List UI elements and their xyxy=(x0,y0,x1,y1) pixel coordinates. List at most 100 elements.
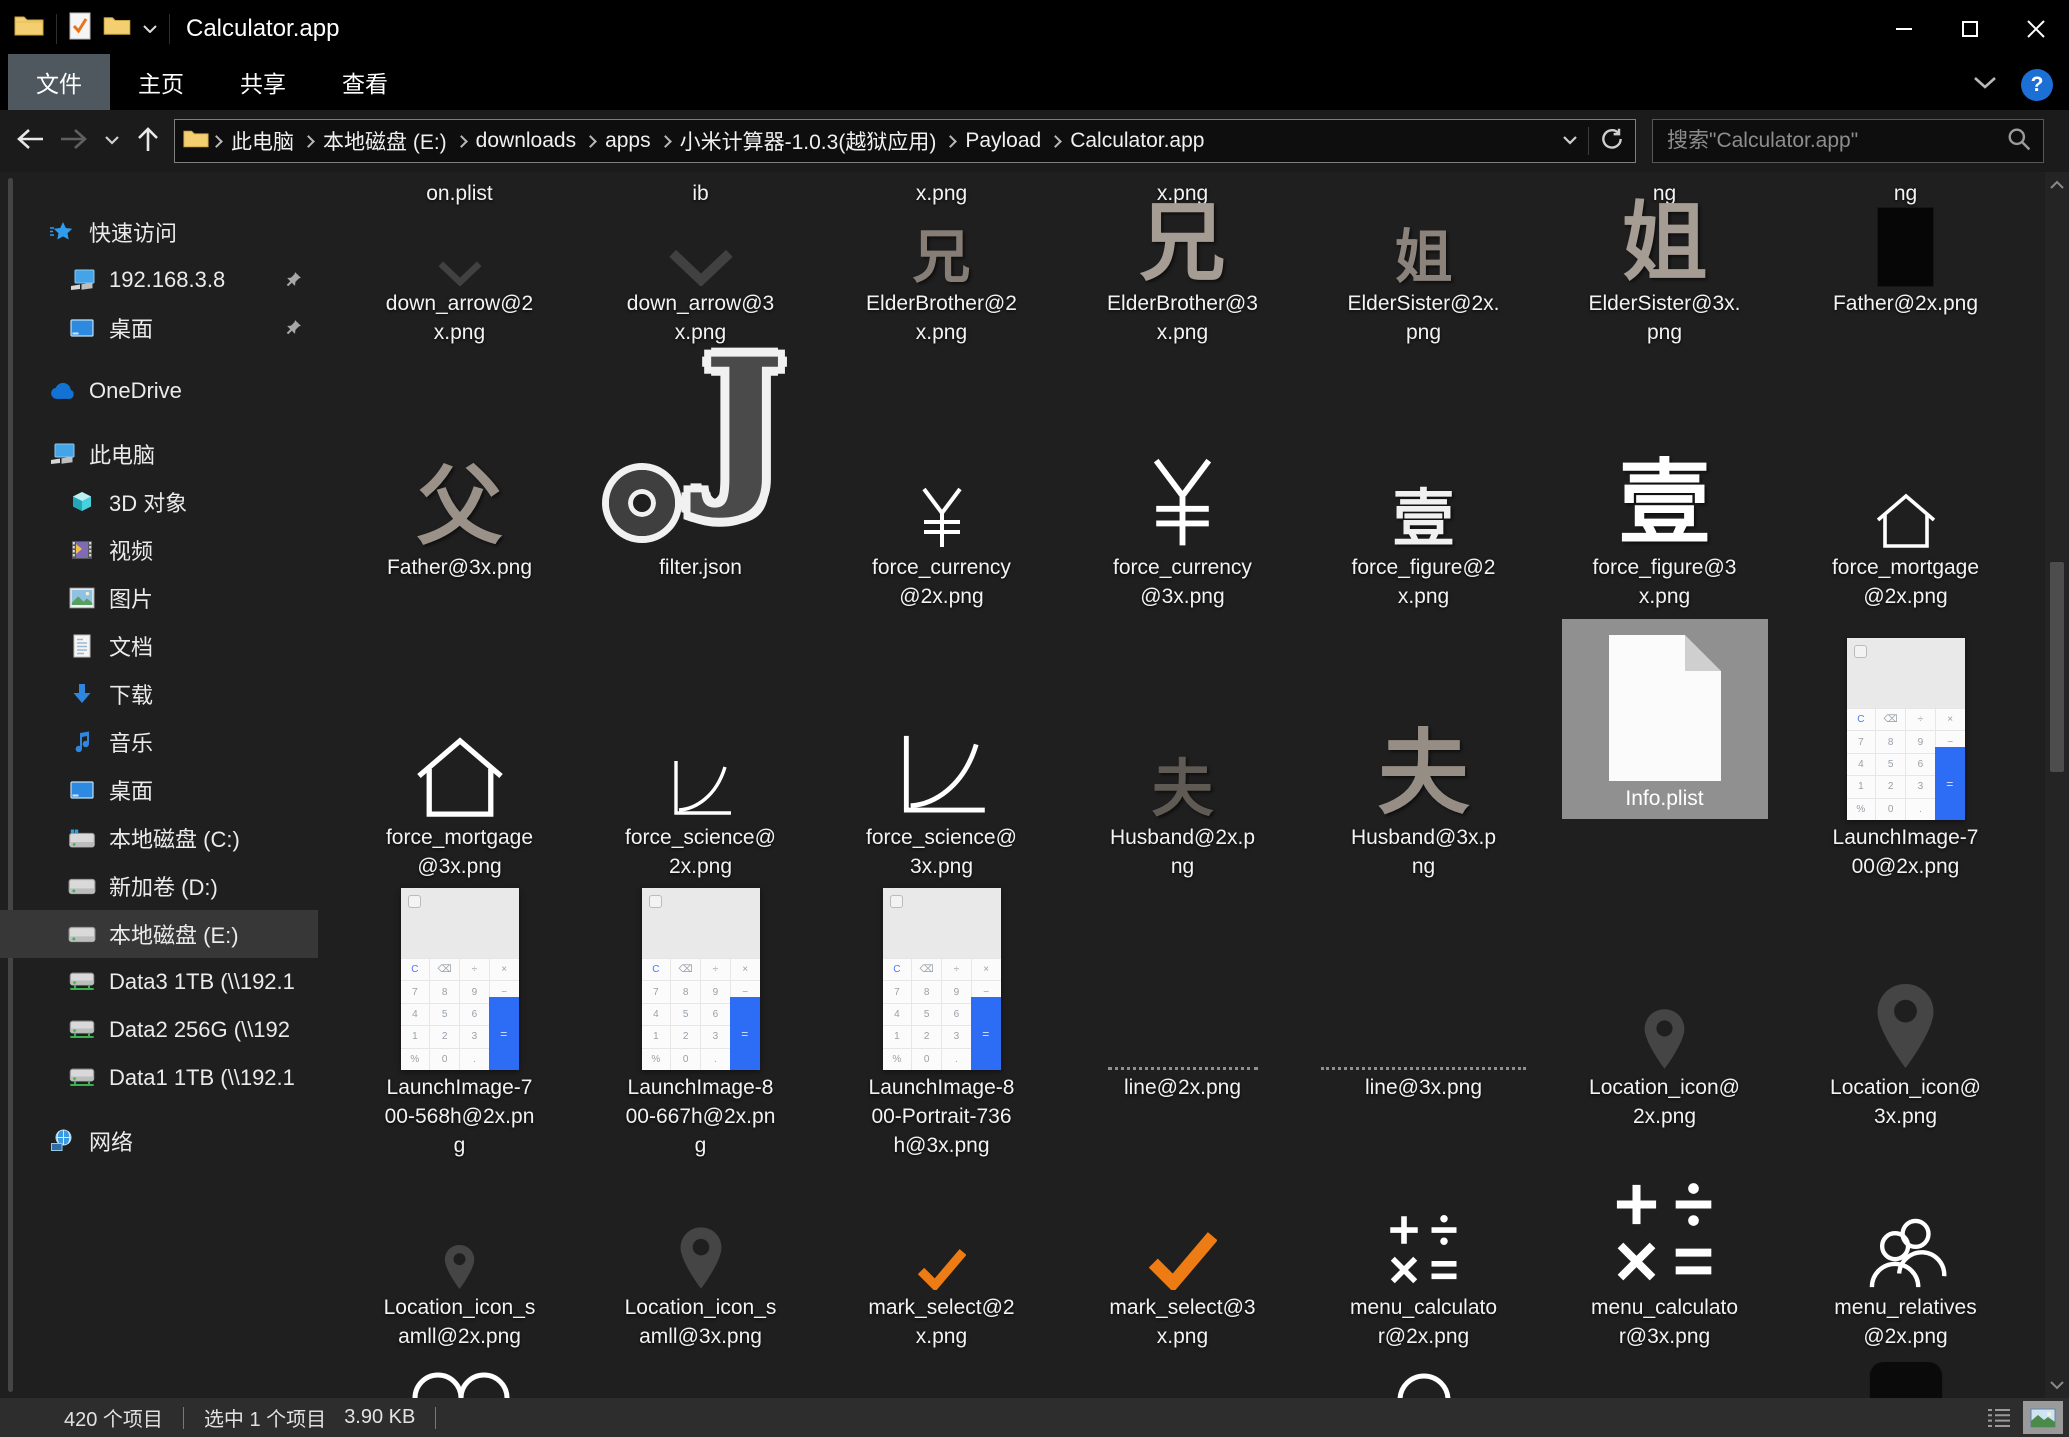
breadcrumb-item[interactable]: 此电脑 xyxy=(222,124,303,158)
file-item[interactable]: Location_icon_samll@2x.png xyxy=(339,1178,580,1362)
file-item[interactable]: 夫Husband@3x.png xyxy=(1303,614,1544,884)
expand-ribbon-chevron-icon[interactable] xyxy=(1973,76,1997,95)
breadcrumb-item[interactable]: 本地磁盘 (E:) xyxy=(314,124,456,158)
tab-1[interactable]: 主页 xyxy=(110,54,212,110)
sidebar-item-14[interactable]: 本地磁盘 (E:) xyxy=(0,910,318,958)
sidebar-item-0[interactable]: 快速访问 xyxy=(0,208,318,256)
file-item[interactable]: force_science@2x.png xyxy=(580,614,821,884)
sidebar-item-16[interactable]: Data2 256G (\\192 xyxy=(0,1006,318,1054)
file-item[interactable]: 壹force_figure@2x.png xyxy=(1303,350,1544,614)
file-item[interactable]: mark_select@2x.png xyxy=(821,1178,1062,1362)
sidebar-item-18[interactable]: 网络 xyxy=(0,1117,318,1165)
file-item[interactable]: 父Father@3x.png xyxy=(339,350,580,614)
details-view-button[interactable] xyxy=(1979,1401,2019,1434)
address-bar[interactable]: 此电脑本地磁盘 (E:) downloads apps 小米计算器-1.0.3(越狱应… xyxy=(174,119,1636,163)
file-item[interactable]: 夫Husband@2x.png xyxy=(1062,614,1303,884)
tab-0[interactable]: 文件 xyxy=(8,54,110,110)
file-item[interactable]: Location_icon_samll@3x.png xyxy=(580,1178,821,1362)
breadcrumb-item[interactable]: Calculator.app xyxy=(1061,127,1213,155)
file-item[interactable]: mark_select@3x.png xyxy=(1062,1178,1303,1362)
sidebar-item-4[interactable]: 此电脑 xyxy=(0,430,318,478)
sidebar-item-8[interactable]: 文档 xyxy=(0,622,318,670)
file-item[interactable]: Info.plist xyxy=(1544,614,1785,884)
close-button[interactable] xyxy=(2003,0,2069,57)
content-scrollbar[interactable] xyxy=(2045,172,2069,1398)
minimize-button[interactable] xyxy=(1871,0,1937,57)
breadcrumb-item[interactable]: apps xyxy=(596,127,660,155)
dashed-line-icon xyxy=(1108,1067,1258,1070)
sidebar-item-6[interactable]: 视频 xyxy=(0,526,318,574)
qat-customize-chevron-icon[interactable] xyxy=(143,20,157,38)
maximize-button[interactable] xyxy=(1937,0,2003,57)
file-item[interactable] xyxy=(339,1362,580,1398)
sidebar-item-label: Data1 1TB (\\192.1 xyxy=(109,1065,295,1091)
file-item[interactable]: line@2x.png xyxy=(1062,884,1303,1178)
thumbnail-view-button[interactable] xyxy=(2023,1401,2063,1434)
partial-icon xyxy=(400,1362,520,1398)
scroll-down-icon[interactable] xyxy=(2045,1381,2069,1390)
file-item[interactable]: 姐ElderSister@2x.png xyxy=(1303,210,1544,350)
file-item[interactable]: C⌫÷×789−456+123%0. = LaunchImage-700@2x.… xyxy=(1785,614,2026,884)
refresh-icon[interactable] xyxy=(1599,126,1625,157)
sidebar-item-10[interactable]: 音乐 xyxy=(0,718,318,766)
sidebar-item-12[interactable]: 本地磁盘 (C:) xyxy=(0,814,318,862)
file-item[interactable]: 兄ElderBrother@2x.png xyxy=(821,210,1062,350)
file-item[interactable]: 壹force_figure@3x.png xyxy=(1544,350,1785,614)
help-icon[interactable]: ? xyxy=(2021,69,2053,101)
tab-2[interactable]: 共享 xyxy=(212,54,314,110)
new-folder-icon[interactable] xyxy=(103,15,131,42)
breadcrumb-item[interactable]: 小米计算器-1.0.3(越狱应用) xyxy=(671,124,946,158)
back-button[interactable] xyxy=(16,127,44,156)
file-item[interactable]: menu_calculator@2x.png xyxy=(1303,1178,1544,1362)
file-item[interactable]: line@3x.png xyxy=(1303,884,1544,1178)
file-item[interactable]: menu_calculator@3x.png xyxy=(1544,1178,1785,1362)
file-item[interactable]: ib xyxy=(580,172,821,210)
sidebar-item-17[interactable]: Data1 1TB (\\192.1 xyxy=(0,1054,318,1102)
cjk-glyph-icon: 壹 xyxy=(1392,488,1454,550)
file-item[interactable]: force_mortgage@3x.png xyxy=(339,614,580,884)
file-item[interactable]: force_currency@3x.png xyxy=(1062,350,1303,614)
search-input[interactable] xyxy=(1665,128,2007,154)
file-item[interactable]: 兄ElderBrother@3x.png xyxy=(1062,210,1303,350)
file-item[interactable]: Location_icon@2x.png xyxy=(1544,884,1785,1178)
file-item[interactable] xyxy=(1785,1362,2026,1398)
breadcrumb-chevron-icon xyxy=(659,135,672,148)
scroll-up-icon[interactable] xyxy=(2045,180,2069,189)
up-button[interactable] xyxy=(136,126,160,157)
file-item[interactable]: down_arrow@2x.png xyxy=(339,210,580,350)
recent-locations-chevron-icon[interactable] xyxy=(104,132,120,150)
sidebar-item-15[interactable]: Data3 1TB (\\192.1 xyxy=(0,958,318,1006)
search-icon[interactable] xyxy=(2007,127,2031,156)
file-item[interactable]: Father@2x.png xyxy=(1785,210,2026,350)
file-item[interactable]: C⌫÷×789−456+123%0. = LaunchImage-800-667… xyxy=(580,884,821,1178)
file-item[interactable]: C⌫÷×789−456+123%0. = LaunchImage-700-568… xyxy=(339,884,580,1178)
file-item[interactable]: C⌫÷×789−456+123%0. = LaunchImage-800-Por… xyxy=(821,884,1062,1178)
file-item[interactable]: force_currency@2x.png xyxy=(821,350,1062,614)
scrollbar-thumb[interactable] xyxy=(2050,562,2064,772)
properties-check-icon[interactable] xyxy=(69,12,91,45)
sidebar-item-11[interactable]: 桌面 xyxy=(0,766,318,814)
file-item[interactable]: Location_icon@3x.png xyxy=(1785,884,2026,1178)
file-item[interactable]: x.png xyxy=(821,172,1062,210)
sidebar-item-9[interactable]: 下载 xyxy=(0,670,318,718)
sidebar-item-7[interactable]: 图片 xyxy=(0,574,318,622)
file-item[interactable]: 姐ElderSister@3x.png xyxy=(1544,210,1785,350)
forward-button[interactable] xyxy=(60,127,88,156)
breadcrumb-item[interactable]: Payload xyxy=(956,127,1050,155)
sidebar-item-13[interactable]: 新加卷 (D:) xyxy=(0,862,318,910)
sidebar-item-3[interactable]: OneDrive xyxy=(0,367,318,415)
sidebar-item-2[interactable]: 桌面 xyxy=(0,304,318,352)
file-item[interactable]: on.plist xyxy=(339,172,580,210)
file-item[interactable]: force_science@3x.png xyxy=(821,614,1062,884)
tab-3[interactable]: 查看 xyxy=(314,54,416,110)
file-item[interactable]: menu_relatives@2x.png xyxy=(1785,1178,2026,1362)
address-history-chevron-icon[interactable] xyxy=(1562,132,1578,150)
file-item[interactable] xyxy=(1303,1362,1544,1398)
sidebar-item-5[interactable]: 3D 对象 xyxy=(0,478,318,526)
file-item[interactable]: Jfilter.json xyxy=(580,350,821,614)
file-item[interactable]: ng xyxy=(1785,172,2026,210)
json-file-icon: J xyxy=(601,350,801,550)
file-item[interactable]: force_mortgage@2x.png xyxy=(1785,350,2026,614)
breadcrumb-item[interactable]: downloads xyxy=(467,127,585,155)
sidebar-item-1[interactable]: 192.168.3.8 xyxy=(0,256,318,304)
